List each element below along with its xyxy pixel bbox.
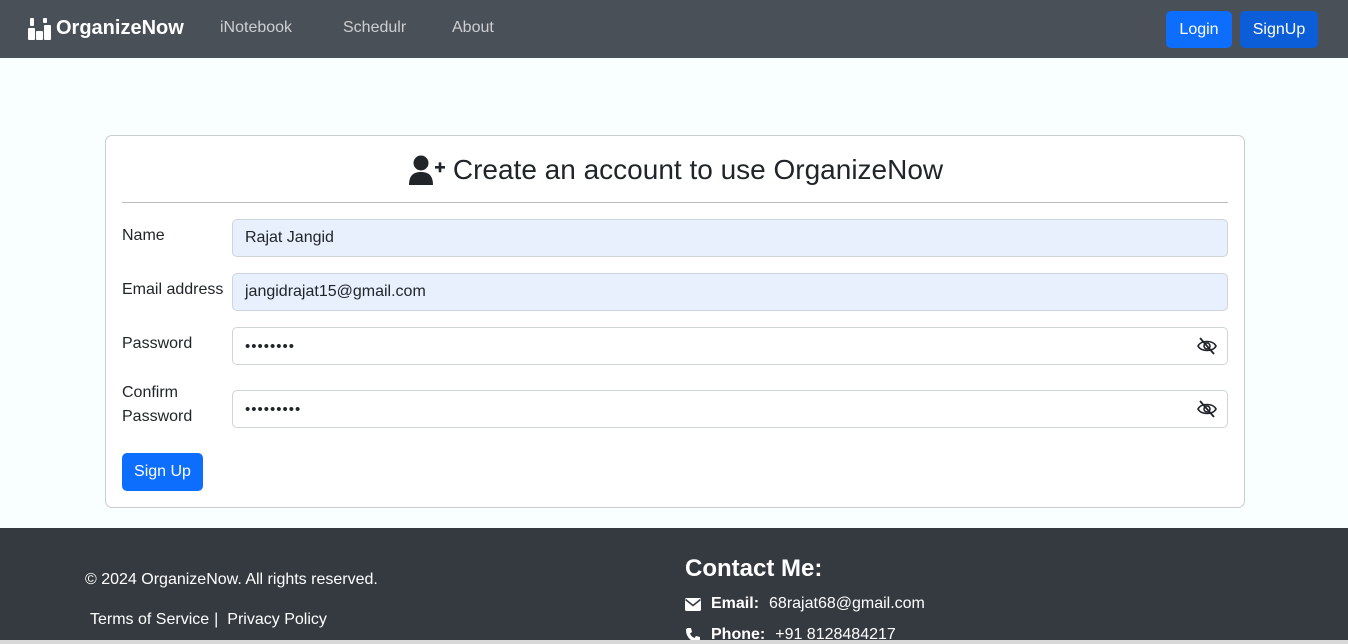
terms-link[interactable]: Terms of Service [90, 611, 209, 629]
email-label: Email: [711, 595, 760, 612]
password-label: Password [122, 335, 193, 352]
user-plus-icon [408, 155, 445, 185]
eye-slash-icon[interactable] [1197, 337, 1217, 355]
policy-links: Terms of Service | Privacy Policy [90, 611, 327, 629]
email-input-value: jangidrajat15@gmail.com [245, 283, 426, 300]
form-title: Create an account to use OrganizeNow [106, 154, 1246, 186]
login-button[interactable]: Login [1166, 11, 1232, 48]
confirm-password-input[interactable]: ••••••••• [232, 390, 1228, 428]
name-label: Name [122, 227, 165, 244]
signup-button[interactable]: SignUp [1240, 11, 1318, 48]
signup-submit-button[interactable]: Sign Up [122, 453, 203, 491]
form-title-text: Create an account to use OrganizeNow [452, 154, 944, 185]
brand-name: OrganizeNow [56, 17, 184, 39]
nav-link-about[interactable]: About [452, 19, 494, 37]
nav-link-inotebook[interactable]: iNotebook [220, 19, 292, 37]
eye-slash-icon[interactable] [1197, 400, 1217, 418]
title-divider [122, 202, 1228, 203]
signup-card: Create an account to use OrganizeNow Nam… [105, 135, 1245, 508]
password-input-value: •••••••• [245, 337, 296, 355]
navbar: OrganizeNow iNotebook Schedulr About Log… [0, 0, 1348, 58]
confirm-password-label: Confirm Password [122, 381, 192, 429]
contact-email-link[interactable]: 68rajat68@gmail.com [769, 595, 925, 613]
nav-link-schedulr[interactable]: Schedulr [343, 19, 406, 37]
confirm-password-value: ••••••••• [245, 400, 302, 418]
horizontal-scrollbar[interactable] [0, 640, 1348, 644]
contact-email-row: Email: 68rajat68@gmail.com [685, 595, 925, 613]
email-label: Email address [122, 281, 224, 298]
name-input-value: Rajat Jangid [245, 229, 334, 246]
footer: © 2024 OrganizeNow. All rights reserved.… [0, 528, 1348, 644]
password-input[interactable]: •••••••• [232, 327, 1228, 365]
envelope-icon [685, 597, 701, 611]
confirm-label-line1: Confirm [122, 384, 179, 401]
link-separator: | [214, 611, 219, 628]
contact-title: Contact Me: [685, 555, 823, 582]
brand-logo-icon [28, 17, 51, 40]
privacy-link[interactable]: Privacy Policy [227, 611, 327, 629]
confirm-label-line2: Password [122, 408, 193, 425]
name-input[interactable]: Rajat Jangid [232, 219, 1228, 257]
brand-link[interactable]: OrganizeNow [28, 17, 184, 40]
email-input[interactable]: jangidrajat15@gmail.com [232, 273, 1228, 311]
copyright-text: © 2024 OrganizeNow. All rights reserved. [85, 571, 378, 588]
